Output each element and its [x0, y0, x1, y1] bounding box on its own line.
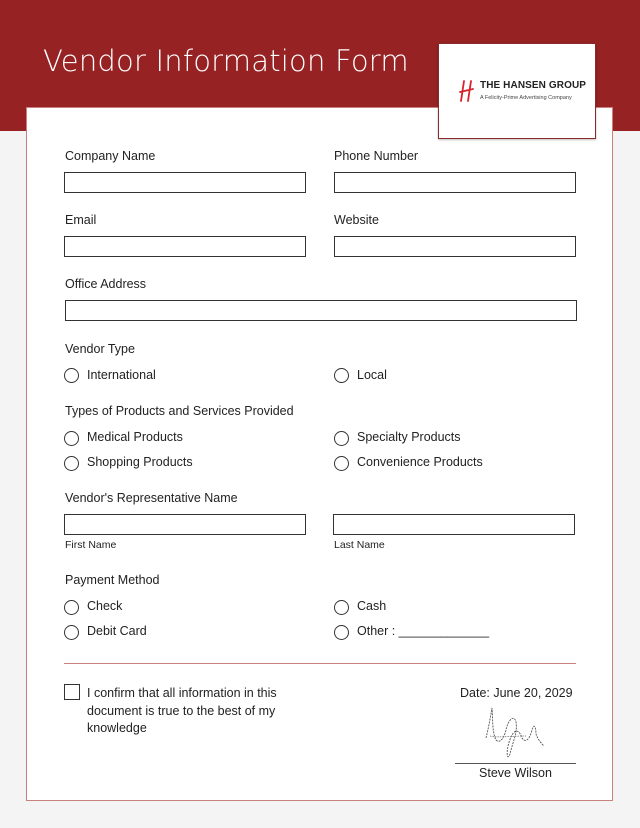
- radio-other[interactable]: [334, 625, 349, 640]
- last-name-label: Last Name: [334, 539, 385, 551]
- representative-label: Vendor's Representative Name: [65, 491, 238, 505]
- company-name-label: Company Name: [65, 149, 156, 163]
- email-field[interactable]: [64, 236, 306, 257]
- option-debit-card-label: Debit Card: [87, 624, 147, 638]
- radio-shopping-products[interactable]: [64, 456, 79, 471]
- option-other-label: Other : _____________: [357, 624, 490, 638]
- signature-line: [455, 763, 576, 764]
- radio-international[interactable]: [64, 368, 79, 383]
- email-label: Email: [65, 213, 97, 227]
- option-local-label: Local: [357, 368, 387, 382]
- phone-number-field[interactable]: [334, 172, 576, 193]
- last-name-field[interactable]: [333, 514, 575, 535]
- company-name-field[interactable]: [64, 172, 306, 193]
- option-specialty-products-label: Specialty Products: [357, 430, 461, 444]
- office-address-field[interactable]: [65, 300, 577, 321]
- website-label: Website: [334, 213, 379, 227]
- logo-tagline: A Felicity-Prime Advertising Company: [480, 95, 572, 101]
- option-shopping-products-label: Shopping Products: [87, 455, 193, 469]
- radio-debit-card[interactable]: [64, 625, 79, 640]
- option-cash-label: Cash: [357, 599, 387, 613]
- first-name-label: First Name: [65, 539, 117, 551]
- products-label: Types of Products and Services Provided: [65, 404, 294, 418]
- phone-number-label: Phone Number: [334, 149, 419, 163]
- option-medical-products-label: Medical Products: [87, 430, 183, 444]
- page-title: Vendor Information Form: [43, 44, 409, 78]
- signer-name: Steve Wilson: [479, 766, 552, 780]
- vendor-type-label: Vendor Type: [65, 342, 135, 356]
- radio-medical-products[interactable]: [64, 431, 79, 446]
- website-field[interactable]: [334, 236, 576, 257]
- logo-name: THE HANSEN GROUP: [480, 80, 587, 91]
- office-address-label: Office Address: [65, 277, 147, 291]
- company-logo: THE HANSEN GROUP A Felicity-Prime Advert…: [438, 43, 596, 139]
- option-international-label: International: [87, 368, 156, 382]
- section-divider: [64, 663, 576, 664]
- radio-local[interactable]: [334, 368, 349, 383]
- radio-specialty-products[interactable]: [334, 431, 349, 446]
- payment-method-label: Payment Method: [65, 573, 160, 587]
- radio-check[interactable]: [64, 600, 79, 615]
- confirm-checkbox[interactable]: [64, 684, 80, 700]
- first-name-field[interactable]: [64, 514, 306, 535]
- confirm-text: I confirm that all information in this d…: [87, 686, 277, 735]
- option-check-label: Check: [87, 599, 123, 613]
- radio-convenience-products[interactable]: [334, 456, 349, 471]
- option-convenience-products-label: Convenience Products: [357, 455, 483, 469]
- signature-icon: [485, 707, 545, 758]
- signoff-date: Date: June 20, 2029: [460, 686, 573, 700]
- hansen-h-logo-icon: [459, 80, 474, 102]
- radio-cash[interactable]: [334, 600, 349, 615]
